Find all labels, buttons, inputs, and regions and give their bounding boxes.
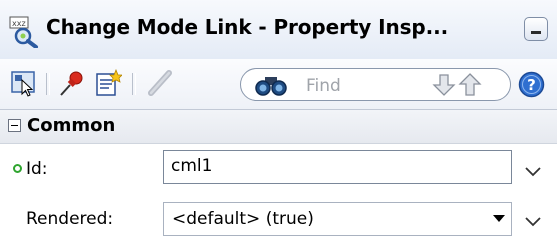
edit-properties-icon[interactable] xyxy=(94,69,122,97)
window-title: Change Mode Link - Property Insp... xyxy=(46,15,449,39)
toolbar-separator xyxy=(132,73,136,95)
id-field[interactable]: cml1 xyxy=(163,150,512,184)
property-inspector-icon: xxz xyxy=(9,16,38,48)
title-bar: xxz Change Mode Link - Property Insp... xyxy=(0,0,557,60)
select-node-icon[interactable] xyxy=(10,69,38,97)
property-row-rendered: Rendered: <default> (true) xyxy=(0,194,557,244)
binoculars-icon[interactable] xyxy=(255,74,287,96)
section-title: Common xyxy=(27,115,116,136)
help-icon[interactable]: ? xyxy=(518,71,545,98)
chevron-down-icon[interactable] xyxy=(524,166,542,178)
svg-text:xxz: xxz xyxy=(12,19,26,28)
find-placeholder: Find xyxy=(306,76,341,96)
pencil-icon xyxy=(148,70,172,96)
arrow-down-icon[interactable] xyxy=(431,73,457,97)
minimize-icon[interactable] xyxy=(524,17,548,41)
chevron-down-icon[interactable] xyxy=(524,216,542,228)
find-field[interactable]: Find xyxy=(240,68,511,101)
collapse-icon[interactable] xyxy=(8,119,21,132)
svg-text:?: ? xyxy=(527,76,536,94)
property-row-id: Id: cml1 xyxy=(0,144,557,194)
toolbar-separator xyxy=(46,73,50,95)
pin-icon[interactable] xyxy=(58,69,86,97)
section-header-common[interactable]: Common xyxy=(0,110,557,144)
toolbar: Find ? xyxy=(0,59,557,110)
rendered-value: <default> (true) xyxy=(172,209,314,229)
property-inspector-window: xxz Change Mode Link - Property Insp... xyxy=(0,0,557,252)
required-indicator-icon xyxy=(13,164,22,173)
property-label: Rendered: xyxy=(26,209,114,229)
rendered-select[interactable]: <default> (true) xyxy=(163,202,512,236)
property-label: Id: xyxy=(26,159,48,179)
arrow-up-icon[interactable] xyxy=(457,72,483,98)
dropdown-arrow-icon[interactable] xyxy=(493,215,505,222)
